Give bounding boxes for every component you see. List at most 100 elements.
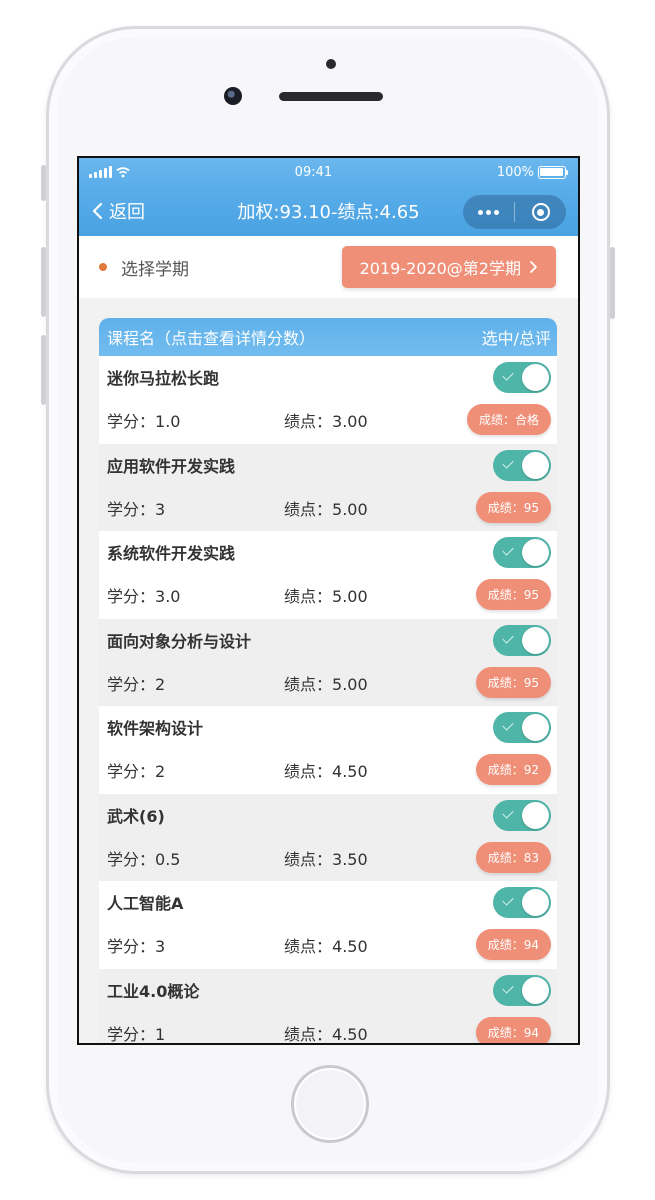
toggle-knob	[522, 364, 549, 391]
more-button[interactable]	[463, 195, 514, 229]
credit-value: 0.5	[155, 849, 181, 869]
course-name: 应用软件开发实践	[107, 456, 236, 476]
proximity-sensor	[326, 59, 336, 69]
course-credit: 学分：2	[107, 758, 165, 782]
credit-value: 1	[155, 1024, 166, 1044]
gpa-value: 5.00	[332, 674, 368, 694]
course-select-toggle[interactable]	[493, 712, 551, 743]
check-icon	[502, 369, 514, 381]
toggle-knob	[522, 714, 549, 741]
course-credit: 学分：1.0	[107, 408, 180, 432]
semester-label: 选择学期	[121, 259, 189, 280]
check-icon	[502, 719, 514, 731]
score-badge[interactable]: 成绩：95	[475, 579, 551, 610]
toggle-knob	[522, 801, 549, 829]
chevron-right-icon	[530, 261, 537, 273]
course-row[interactable]: 软件架构设计 学分：2 绩点：4.50 成绩：92	[99, 706, 557, 794]
power-button	[610, 247, 615, 319]
back-button[interactable]: 返回	[91, 198, 145, 224]
gpa-value: 4.50	[332, 1024, 368, 1044]
credit-prefix: 学分：	[107, 674, 156, 694]
gpa-value: 3.50	[332, 849, 368, 869]
course-select-toggle[interactable]	[493, 449, 551, 481]
toggle-knob	[522, 539, 549, 566]
course-select-toggle[interactable]	[493, 624, 551, 656]
course-name: 武术(6)	[107, 806, 165, 826]
course-gpa: 绩点：4.50	[284, 758, 368, 782]
course-gpa: 绩点：3.00	[284, 408, 368, 432]
more-dots-icon	[478, 209, 499, 215]
check-icon	[502, 544, 514, 556]
status-left	[89, 166, 130, 178]
toggle-knob	[522, 626, 549, 654]
credit-value: 3.0	[155, 587, 181, 606]
target-icon	[531, 203, 550, 221]
toggle-knob	[522, 976, 549, 1004]
close-miniprogram-button[interactable]	[515, 195, 566, 229]
course-list-header: 课程名（点击查看详情分数） 选中/总评	[99, 318, 557, 356]
semester-bar: 选择学期 2019-2020@第2学期	[79, 236, 578, 298]
miniprogram-capsule	[463, 195, 566, 229]
header-select-score: 选中/总评	[481, 329, 551, 348]
credit-prefix: 学分：	[107, 937, 156, 956]
course-row[interactable]: 武术(6) 学分：0.5 绩点：3.50 成绩：83	[99, 793, 557, 881]
gpa-value: 4.50	[332, 937, 368, 956]
course-row[interactable]: 面向对象分析与设计 学分：2 绩点：5.00 成绩：95	[99, 618, 557, 706]
home-button[interactable]	[291, 1065, 369, 1143]
course-select-toggle[interactable]	[493, 362, 551, 393]
credit-value: 3	[155, 499, 166, 519]
chevron-left-icon	[92, 202, 103, 220]
course-select-toggle[interactable]	[493, 887, 551, 918]
course-name: 面向对象分析与设计	[107, 631, 252, 651]
header-course-name: 课程名（点击查看详情分数）	[107, 329, 316, 348]
gpa-prefix: 绩点：	[284, 499, 333, 519]
course-gpa: 绩点：5.00	[284, 496, 368, 520]
gpa-prefix: 绩点：	[284, 674, 333, 694]
course-row[interactable]: 应用软件开发实践 学分：3 绩点：5.00 成绩：95	[99, 443, 557, 531]
nav-bar: 返回 加权:93.10-绩点:4.65	[79, 186, 578, 236]
score-badge[interactable]: 成绩：92	[475, 754, 551, 785]
course-row[interactable]: 系统软件开发实践 学分：3.0 绩点：5.00 成绩：95	[99, 531, 557, 619]
score-badge[interactable]: 成绩：95	[475, 666, 551, 698]
credit-prefix: 学分：	[107, 1024, 156, 1044]
course-select-toggle[interactable]	[493, 537, 551, 568]
volume-down-button	[41, 335, 46, 405]
volume-up-button	[41, 247, 46, 317]
score-badge[interactable]: 成绩：83	[475, 841, 551, 873]
score-badge[interactable]: 成绩：95	[475, 491, 551, 523]
score-badge[interactable]: 成绩：合格	[466, 404, 551, 435]
course-select-toggle[interactable]	[493, 799, 551, 831]
gpa-value: 5.00	[332, 499, 368, 519]
mute-switch	[41, 165, 46, 201]
credit-value: 2	[155, 674, 166, 694]
score-badge[interactable]: 成绩：94	[475, 1016, 551, 1043]
score-badge[interactable]: 成绩：94	[475, 929, 551, 960]
gpa-prefix: 绩点：	[284, 587, 333, 606]
course-row[interactable]: 迷你马拉松长跑 学分：1.0 绩点：3.00 成绩：合格	[99, 356, 557, 444]
course-name: 迷你马拉松长跑	[107, 369, 220, 388]
back-label: 返回	[109, 202, 145, 223]
status-time: 09:41	[294, 164, 333, 180]
credit-prefix: 学分：	[107, 762, 156, 781]
status-bar: 09:41 100%	[79, 158, 578, 186]
gpa-prefix: 绩点：	[284, 762, 333, 781]
gpa-value: 5.00	[332, 587, 368, 606]
semester-select-button[interactable]: 2019-2020@第2学期	[341, 246, 556, 288]
check-icon	[502, 894, 514, 906]
course-list-card: 课程名（点击查看详情分数） 选中/总评 迷你马拉松长跑 学分：1.0 绩点：3.…	[99, 318, 557, 1044]
course-name: 人工智能A	[107, 894, 184, 913]
course-row[interactable]: 人工智能A 学分：3 绩点：4.50 成绩：94	[99, 881, 557, 969]
battery-indicator: 100%	[497, 165, 568, 180]
course-row[interactable]: 工业4.0概论 学分：1 绩点：4.50 成绩：94	[99, 968, 557, 1044]
credit-prefix: 学分：	[107, 849, 156, 869]
check-icon	[502, 631, 514, 644]
battery-percent: 100%	[496, 164, 534, 180]
course-name: 工业4.0概论	[107, 981, 200, 1001]
course-select-toggle[interactable]	[493, 974, 551, 1006]
signal-icon	[89, 166, 112, 178]
check-icon	[502, 806, 514, 819]
battery-icon	[537, 165, 568, 179]
gpa-prefix: 绩点：	[284, 849, 333, 869]
gpa-prefix: 绩点：	[284, 937, 333, 956]
course-gpa: 绩点：5.00	[284, 583, 368, 607]
